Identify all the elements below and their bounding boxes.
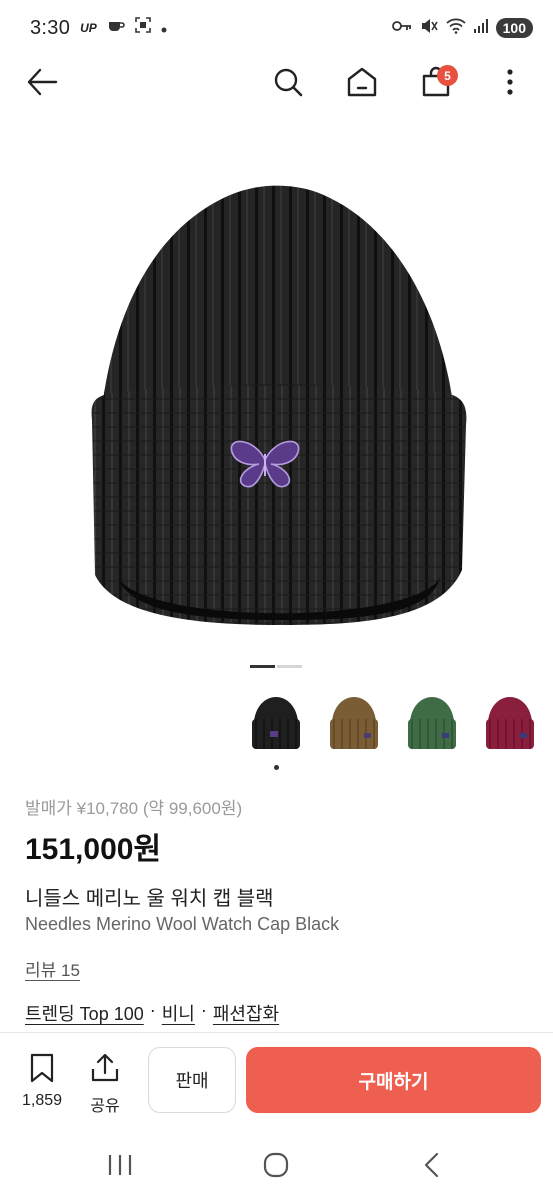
back-button[interactable] — [20, 62, 64, 106]
product-image[interactable] — [0, 120, 553, 655]
thumbnail-brown[interactable] — [323, 690, 385, 756]
status-left: 3:30 UP — [30, 17, 167, 40]
share-button[interactable]: 공유 — [90, 1053, 120, 1116]
pager-dot — [277, 665, 302, 668]
category-breadcrumb: 트렌딩 Top 100 · 비니 · 패션잡화 — [25, 1000, 279, 1026]
carrier-tag: UP — [80, 21, 97, 35]
mute-icon — [420, 18, 438, 39]
home-button[interactable] — [340, 62, 384, 106]
status-bar: 3:30 UP 100 — [0, 0, 553, 56]
cart-count-badge: 5 — [437, 65, 458, 86]
back-arrow-icon — [26, 68, 58, 101]
review-link[interactable]: 리뷰 15 — [25, 956, 80, 981]
coffee-icon — [107, 17, 125, 39]
thumbnail-black[interactable] — [245, 690, 307, 756]
more-button[interactable] — [488, 62, 532, 106]
breadcrumb-beanie[interactable]: 비니 — [162, 1000, 195, 1026]
wifi-icon — [446, 18, 466, 39]
breadcrumb-separator: · — [200, 1000, 207, 1020]
bookmark-icon — [28, 1053, 56, 1088]
save-count: 1,859 — [22, 1092, 63, 1109]
variant-thumbnails — [245, 690, 541, 756]
system-back-icon — [422, 1152, 442, 1183]
breadcrumb-trending[interactable]: 트렌딩 Top 100 — [25, 1000, 144, 1026]
recent-apps-button[interactable] — [100, 1147, 140, 1187]
pager-dot-active — [250, 665, 275, 668]
release-price: 발매가 ¥10,780 (약 99,600원) — [25, 799, 243, 818]
status-time: 3:30 — [30, 16, 71, 39]
thumbnail-green[interactable] — [401, 690, 463, 756]
bottom-action-bar: 1,859 공유 판매 구매하기 — [0, 1033, 553, 1133]
status-right: 100 — [391, 18, 533, 39]
image-pager — [250, 665, 302, 668]
system-back-button[interactable] — [412, 1147, 452, 1187]
search-button[interactable] — [266, 62, 310, 106]
system-home-icon — [263, 1152, 289, 1183]
screenshot-icon — [135, 17, 151, 39]
battery-indicator: 100 — [495, 18, 533, 38]
selected-thumbnail-dot — [274, 765, 279, 770]
search-icon — [273, 67, 303, 102]
cart-button[interactable]: 5 — [414, 62, 458, 106]
notification-dot-icon — [161, 17, 167, 39]
product-name-english: Needles Merino Wool Watch Cap Black — [25, 914, 340, 934]
share-label: 공유 — [90, 1098, 120, 1115]
buy-button[interactable]: 구매하기 — [246, 1047, 541, 1113]
share-icon — [90, 1053, 120, 1088]
signal-icon — [473, 18, 488, 38]
breadcrumb-category[interactable]: 패션잡화 — [213, 1000, 279, 1026]
thumbnail-burgundy[interactable] — [479, 690, 541, 756]
system-navigation — [0, 1133, 553, 1200]
home-icon — [346, 67, 378, 102]
save-button[interactable]: 1,859 — [22, 1053, 62, 1110]
breadcrumb-separator: · — [149, 1000, 156, 1020]
recent-apps-icon — [107, 1153, 133, 1182]
top-nav: 5 — [0, 56, 553, 114]
system-home-button[interactable] — [256, 1147, 296, 1187]
more-vert-icon — [506, 68, 514, 101]
key-icon — [391, 19, 412, 37]
product-price: 151,000원 — [25, 833, 162, 866]
sell-button[interactable]: 판매 — [148, 1047, 236, 1113]
product-name-korean: 니들스 메리노 울 워치 캡 블랙 — [25, 888, 274, 910]
